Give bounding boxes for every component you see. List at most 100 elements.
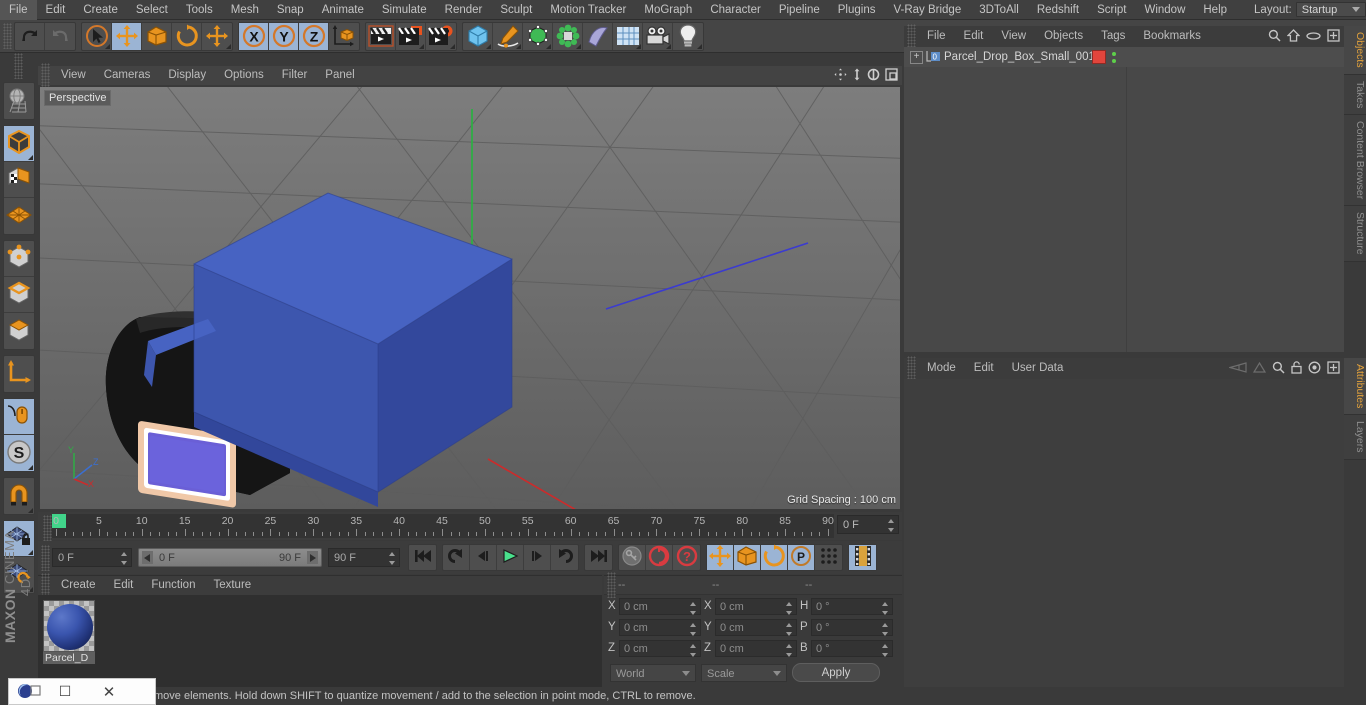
timeline-frame-spinner[interactable]	[888, 519, 895, 532]
next-frame-button[interactable]	[524, 545, 551, 570]
object-axis-mode-button[interactable]	[4, 356, 34, 392]
vertical-tab-takes[interactable]: Takes	[1344, 74, 1366, 116]
live-selection-tool[interactable]	[82, 22, 112, 50]
scene-object-button[interactable]	[583, 22, 613, 50]
previous-frame-button[interactable]	[470, 545, 497, 570]
coordinate-spinner[interactable]	[786, 622, 793, 636]
menu-v-ray-bridge[interactable]: V-Ray Bridge	[884, 0, 970, 20]
popup-corner-icon[interactable]	[697, 43, 702, 49]
layout-select[interactable]: Startup	[1295, 2, 1366, 17]
menu-select[interactable]: Select	[127, 0, 177, 20]
coordinate-position-field[interactable]: 0 cm	[619, 597, 701, 615]
vertical-tab-attributes[interactable]: Attributes	[1344, 358, 1366, 416]
timeline-grip[interactable]	[43, 515, 52, 541]
coordinate-spinner[interactable]	[690, 601, 697, 615]
coordinate-size-field[interactable]: 0 cm	[715, 639, 797, 657]
workplane-mode-button[interactable]	[4, 198, 34, 234]
menu-motion-tracker[interactable]: Motion Tracker	[541, 0, 635, 20]
viewport-menu-view[interactable]: View	[52, 66, 95, 85]
menu-script[interactable]: Script	[1088, 0, 1135, 20]
popup-corner-icon[interactable]	[226, 43, 231, 49]
menu-render[interactable]: Render	[436, 0, 492, 20]
object-menu-view[interactable]: View	[992, 27, 1035, 46]
scale-tool[interactable]	[142, 22, 172, 50]
render-settings-button[interactable]	[426, 23, 456, 50]
lock-icon[interactable]	[1291, 361, 1302, 377]
model-mode-button[interactable]	[4, 126, 34, 162]
object-tree-row[interactable]: + 0 Parcel_Drop_Box_Small_001	[904, 47, 1344, 67]
attribute-content-area[interactable]	[904, 379, 1344, 687]
menu-simulate[interactable]: Simulate	[373, 0, 436, 20]
axis-y-lock[interactable]: Y	[269, 22, 299, 50]
coordinate-rotation-field[interactable]: 0 °	[811, 639, 893, 657]
popup-corner-icon[interactable]	[486, 43, 491, 49]
menu-pipeline[interactable]: Pipeline	[770, 0, 829, 20]
coordinate-position-field[interactable]: 0 cm	[619, 639, 701, 657]
coordinate-spinner[interactable]	[690, 643, 697, 657]
material-tag-icon[interactable]	[1092, 50, 1106, 64]
menu-3dtoall[interactable]: 3DToAll	[970, 0, 1028, 20]
vertical-tab-layers[interactable]: Layers	[1344, 415, 1366, 460]
preview-range-bar[interactable]: 0 F 90 F	[138, 548, 322, 567]
search-icon[interactable]	[1268, 29, 1281, 45]
menu-create[interactable]: Create	[74, 0, 127, 20]
menu-help[interactable]: Help	[1194, 0, 1236, 20]
popup-corner-icon[interactable]	[450, 43, 455, 49]
edge-mode-button[interactable]	[4, 277, 34, 313]
rotate-icon[interactable]	[867, 68, 880, 84]
end-frame-spinner[interactable]	[389, 552, 396, 565]
popup-corner-icon[interactable]	[516, 43, 521, 49]
autokeying-button[interactable]	[646, 545, 673, 570]
primitive-cube-button[interactable]	[463, 22, 493, 50]
viewport-grip[interactable]	[41, 62, 50, 89]
floor-environment-button[interactable]	[613, 22, 643, 50]
history-forward-icon[interactable]	[1252, 361, 1267, 376]
popup-corner-icon[interactable]	[636, 43, 641, 49]
axis-z-lock[interactable]: Z	[299, 22, 329, 50]
viewport-menu-panel[interactable]: Panel	[316, 66, 363, 85]
render-view-button[interactable]	[366, 22, 396, 50]
position-key-button[interactable]	[707, 545, 734, 570]
viewport-3d-canvas[interactable]: Perspective Grid Spacing : 100 cm Y Z X	[40, 87, 900, 509]
keyframe-selection-button[interactable]: ?	[673, 545, 700, 570]
viewport-menu-filter[interactable]: Filter	[273, 66, 317, 85]
menu-tools[interactable]: Tools	[177, 0, 222, 20]
range-start-handle[interactable]	[142, 551, 153, 564]
camera-button[interactable]	[643, 22, 673, 50]
material-menu-edit[interactable]: Edit	[105, 576, 143, 595]
coordinate-spinner[interactable]	[786, 643, 793, 657]
timeline-frame-field[interactable]: 0 F	[837, 515, 899, 534]
coordinate-size-field[interactable]: 0 cm	[715, 618, 797, 636]
menu-plugins[interactable]: Plugins	[829, 0, 885, 20]
viewport-menu-cameras[interactable]: Cameras	[95, 66, 160, 85]
attribute-manager-grip[interactable]	[907, 355, 916, 382]
axis-x-lock[interactable]: X	[239, 22, 269, 50]
world-object-coord-toggle[interactable]	[329, 23, 359, 50]
material-list[interactable]: Parcel_D	[38, 595, 602, 688]
go-to-end-button[interactable]	[585, 545, 612, 570]
attribute-menu-edit[interactable]: Edit	[965, 359, 1003, 378]
enable-snapping-button[interactable]	[4, 478, 34, 514]
texture-mode-button[interactable]	[4, 162, 34, 198]
c4d-app-icon[interactable]	[17, 682, 43, 702]
object-menu-edit[interactable]: Edit	[955, 27, 993, 46]
popup-corner-icon[interactable]	[546, 43, 551, 49]
vertical-tab-content-browser[interactable]: Content Browser	[1344, 115, 1366, 207]
coordinate-size-field[interactable]: 0 cm	[715, 597, 797, 615]
material-menu-create[interactable]: Create	[52, 576, 105, 595]
param-key-button[interactable]: P	[788, 545, 815, 570]
coordinate-spinner[interactable]	[882, 601, 889, 615]
material-menu-texture[interactable]: Texture	[204, 576, 260, 595]
coordinate-spinner[interactable]	[786, 601, 793, 615]
ellipse-icon[interactable]	[1306, 31, 1321, 44]
coordinate-rotation-field[interactable]: 0 °	[811, 618, 893, 636]
popup-corner-icon[interactable]	[419, 43, 424, 49]
popup-corner-icon[interactable]	[28, 155, 33, 160]
render-to-picture-viewer-button[interactable]	[396, 22, 426, 50]
current-frame-spinner[interactable]	[121, 552, 128, 565]
dynamic-place-tool[interactable]	[202, 23, 232, 50]
generator-button[interactable]	[523, 22, 553, 50]
material-menu-function[interactable]: Function	[142, 576, 204, 595]
material-preview-thumbnail[interactable]	[43, 600, 95, 652]
vertical-tab-objects[interactable]: Objects	[1344, 26, 1366, 75]
